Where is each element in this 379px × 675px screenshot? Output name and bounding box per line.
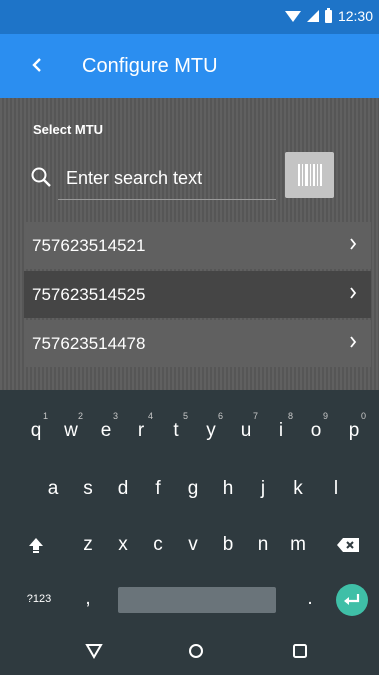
back-triangle-icon bbox=[85, 644, 103, 659]
chevron-right-icon bbox=[350, 336, 357, 348]
period-key[interactable]: . bbox=[294, 578, 326, 620]
comma-key[interactable]: , bbox=[72, 578, 104, 620]
status-time: 12:30 bbox=[337, 8, 373, 24]
key-o[interactable]: o9 bbox=[300, 410, 332, 452]
key-z[interactable]: z bbox=[72, 524, 104, 566]
key-v[interactable]: v bbox=[177, 524, 209, 566]
search-input[interactable] bbox=[58, 158, 276, 200]
key-k[interactable]: k bbox=[282, 468, 314, 510]
key-d[interactable]: d bbox=[107, 468, 139, 510]
shift-key[interactable] bbox=[20, 524, 52, 566]
key-u[interactable]: u7 bbox=[230, 410, 262, 452]
mtu-list-item[interactable]: 757623514478 bbox=[24, 320, 371, 367]
key-m[interactable]: m bbox=[282, 524, 314, 566]
home-circle-icon bbox=[189, 644, 203, 658]
shift-icon bbox=[29, 538, 43, 553]
key-a[interactable]: a bbox=[37, 468, 69, 510]
key-hint: 7 bbox=[252, 411, 258, 421]
chevron-right-icon bbox=[350, 287, 357, 299]
mtu-id: 757623514478 bbox=[32, 333, 146, 353]
barcode-icon bbox=[297, 164, 322, 186]
key-hint: 0 bbox=[360, 411, 366, 421]
key-hint: 4 bbox=[147, 411, 153, 421]
recents-square-icon bbox=[293, 644, 307, 658]
mtu-list: 757623514521 757623514525 757623514478 bbox=[24, 222, 371, 369]
enter-key[interactable] bbox=[336, 584, 368, 616]
back-button[interactable] bbox=[22, 50, 52, 80]
key-h[interactable]: h bbox=[212, 468, 244, 510]
search-icon bbox=[31, 167, 51, 187]
key-t[interactable]: t5 bbox=[160, 410, 192, 452]
key-hint: 6 bbox=[217, 411, 223, 421]
keyboard-row-1: q1 w2 e3 r4 t5 y6 u7 i8 o9 p0 bbox=[0, 410, 379, 456]
search-row bbox=[0, 150, 379, 206]
key-hint: 3 bbox=[112, 411, 118, 421]
key-i[interactable]: i8 bbox=[265, 410, 297, 452]
key-j[interactable]: j bbox=[247, 468, 279, 510]
status-icons: 12:30 bbox=[284, 7, 373, 24]
key-hint: 1 bbox=[42, 411, 48, 421]
mtu-id: 757623514525 bbox=[32, 284, 146, 304]
mtu-id: 757623514521 bbox=[32, 235, 146, 255]
keyboard-row-2: a s d f g h j k l bbox=[0, 468, 379, 514]
key-r[interactable]: r4 bbox=[125, 410, 157, 452]
key-l[interactable]: l bbox=[320, 468, 352, 510]
space-key[interactable] bbox=[118, 587, 276, 613]
soft-keyboard: q1 w2 e3 r4 t5 y6 u7 i8 o9 p0 a s d f g … bbox=[0, 390, 379, 627]
key-e[interactable]: e3 bbox=[90, 410, 122, 452]
key-b[interactable]: b bbox=[212, 524, 244, 566]
backspace-icon bbox=[337, 538, 359, 552]
page-title: Configure MTU bbox=[82, 55, 218, 77]
mtu-list-item[interactable]: 757623514521 bbox=[24, 222, 371, 269]
key-c[interactable]: c bbox=[142, 524, 174, 566]
nav-home-button[interactable] bbox=[184, 639, 208, 663]
key-n[interactable]: n bbox=[247, 524, 279, 566]
key-hint: 8 bbox=[287, 411, 293, 421]
key-q[interactable]: q1 bbox=[20, 410, 52, 452]
chevron-left-icon bbox=[32, 58, 41, 72]
nav-recents-button[interactable] bbox=[288, 639, 312, 663]
key-hint: 5 bbox=[182, 411, 188, 421]
key-p[interactable]: p0 bbox=[338, 410, 370, 452]
key-hint: 2 bbox=[77, 411, 83, 421]
keyboard-row-4: ?123 , . bbox=[0, 578, 379, 624]
key-s[interactable]: s bbox=[72, 468, 104, 510]
backspace-key[interactable] bbox=[332, 524, 364, 566]
navigation-bar bbox=[0, 627, 379, 675]
key-x[interactable]: x bbox=[107, 524, 139, 566]
keyboard-row-3: z x c v b n m bbox=[0, 524, 379, 570]
key-g[interactable]: g bbox=[177, 468, 209, 510]
section-label: Select MTU bbox=[33, 122, 104, 137]
battery-icon bbox=[324, 7, 332, 23]
mtu-list-item-selected[interactable]: 757623514525 bbox=[24, 271, 371, 318]
enter-arrow-icon bbox=[344, 594, 360, 605]
symbols-key[interactable]: ?123 bbox=[20, 578, 58, 620]
screen: 12:30 Configure MTU Select MTU Enter sea… bbox=[0, 0, 379, 675]
chevron-right-icon bbox=[350, 238, 357, 250]
status-bar: 12:30 bbox=[0, 0, 379, 34]
key-hint: 9 bbox=[322, 411, 328, 421]
signal-icon bbox=[306, 10, 319, 22]
barcode-scan-button[interactable] bbox=[285, 152, 334, 198]
key-y[interactable]: y6 bbox=[195, 410, 227, 452]
app-bar: Configure MTU bbox=[0, 34, 379, 98]
content-area: Select MTU 757623514 bbox=[0, 98, 379, 390]
nav-back-button[interactable] bbox=[82, 639, 106, 663]
key-f[interactable]: f bbox=[142, 468, 174, 510]
key-w[interactable]: w2 bbox=[55, 410, 87, 452]
wifi-icon bbox=[284, 10, 301, 22]
